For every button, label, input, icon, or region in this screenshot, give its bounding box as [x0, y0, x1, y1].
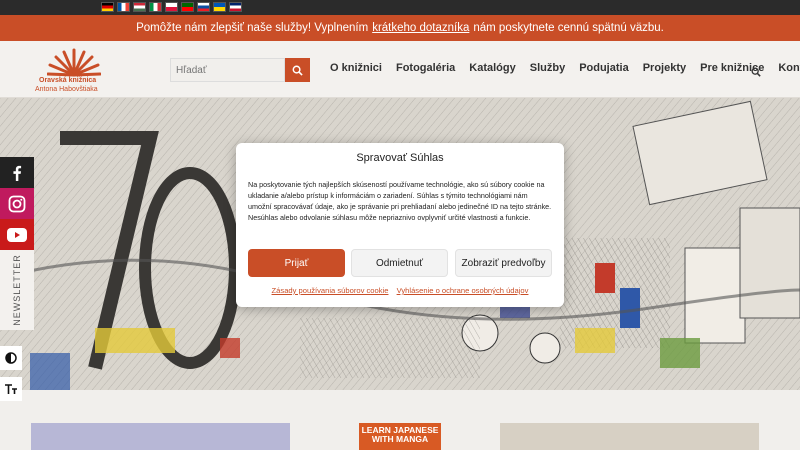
italian-flag[interactable] — [149, 2, 162, 12]
nav-item-projekty[interactable]: Projekty — [636, 62, 693, 74]
consent-links: Zásady používania súborov cookie Vyhláse… — [236, 286, 564, 295]
search-button[interactable] — [285, 58, 310, 82]
logo-line1: Oravská knižnica — [39, 77, 97, 84]
news-card-3[interactable] — [500, 423, 759, 450]
consent-body: Na poskytovanie tých najlepších skúsenos… — [248, 180, 552, 222]
notice-text-before: Pomôžte nám zlepšiť naše služby! Vyplnen… — [136, 22, 369, 34]
instagram-link[interactable] — [0, 188, 34, 219]
cookie-policy-link[interactable]: Zásady používania súborov cookie — [272, 286, 389, 295]
english-flag[interactable] — [229, 2, 242, 12]
search-input[interactable] — [170, 58, 285, 82]
preferences-button[interactable]: Zobraziť predvoľby — [455, 249, 552, 277]
book-cover-title: LEARN JAPANESE WITH MANGA — [359, 423, 441, 444]
survey-notice-bar: Pomôžte nám zlepšiť naše služby! Vyplnen… — [0, 15, 800, 41]
nav-item-podujatia[interactable]: Podujatia — [572, 62, 636, 74]
consent-title: Spravovať Súhlas — [356, 152, 444, 164]
search-icon — [292, 65, 303, 76]
nav-item-fotogaleria[interactable]: Fotogaléria — [389, 62, 462, 74]
logo-line2: Antona Habovštiaka — [35, 86, 98, 93]
german-flag[interactable] — [101, 2, 114, 12]
newsletter-tab[interactable]: NEWSLETTER — [0, 250, 34, 330]
library-logo[interactable]: Oravská knižnica Antona Habovštiaka — [35, 45, 115, 97]
polish-flag[interactable] — [165, 2, 178, 12]
nav-search-button[interactable] — [751, 64, 761, 82]
nav-item-o-kniznici[interactable]: O knižnici — [323, 62, 389, 74]
deny-button[interactable]: Odmietnuť — [351, 249, 448, 277]
search-icon — [751, 67, 761, 77]
accept-button[interactable]: Prijať — [248, 249, 345, 277]
facebook-icon — [13, 165, 22, 181]
survey-link[interactable]: krátkeho dotazníka — [372, 22, 469, 34]
text-size-icon — [5, 384, 17, 394]
french-flag[interactable] — [117, 2, 130, 12]
contrast-icon — [5, 352, 17, 364]
nav-item-sluzby[interactable]: Služby — [523, 62, 572, 74]
book-title-line2: WITH MANGA — [371, 434, 429, 444]
hungarian-flag[interactable] — [133, 2, 146, 12]
notice-text-after: nám poskytnete cennú spätnú väzbu. — [473, 22, 664, 34]
news-card-1[interactable] — [31, 423, 290, 450]
nav-item-kontakty[interactable]: Kontakty — [771, 62, 800, 74]
facebook-link[interactable] — [0, 157, 34, 188]
site-header: Oravská knižnica Antona Habovštiaka O kn… — [0, 41, 800, 98]
slovak-flag[interactable] — [197, 2, 210, 12]
youtube-icon — [7, 227, 27, 242]
font-size-toggle[interactable] — [0, 377, 22, 401]
cookie-consent-dialog: Spravovať Súhlas Na poskytovanie tých na… — [236, 143, 564, 307]
language-bar — [0, 0, 800, 15]
instagram-icon — [8, 195, 26, 212]
newsletter-label: NEWSLETTER — [12, 254, 23, 326]
search-form — [170, 58, 310, 82]
nav-item-katalogy[interactable]: Katalógy — [462, 62, 522, 74]
ukrainian-flag[interactable] — [213, 2, 226, 12]
contrast-toggle[interactable] — [0, 346, 22, 370]
language-flags — [101, 2, 242, 12]
news-card-2[interactable]: LEARN JAPANESE WITH MANGA — [359, 423, 441, 450]
sun-logo-icon — [47, 48, 101, 77]
social-sidebar — [0, 157, 34, 250]
privacy-policy-link[interactable]: Vyhlásenie o ochrane osobných údajov — [397, 286, 529, 295]
portuguese-flag[interactable] — [181, 2, 194, 12]
main-nav: O knižnici Fotogaléria Katalógy Služby P… — [323, 62, 800, 74]
youtube-link[interactable] — [0, 219, 34, 250]
